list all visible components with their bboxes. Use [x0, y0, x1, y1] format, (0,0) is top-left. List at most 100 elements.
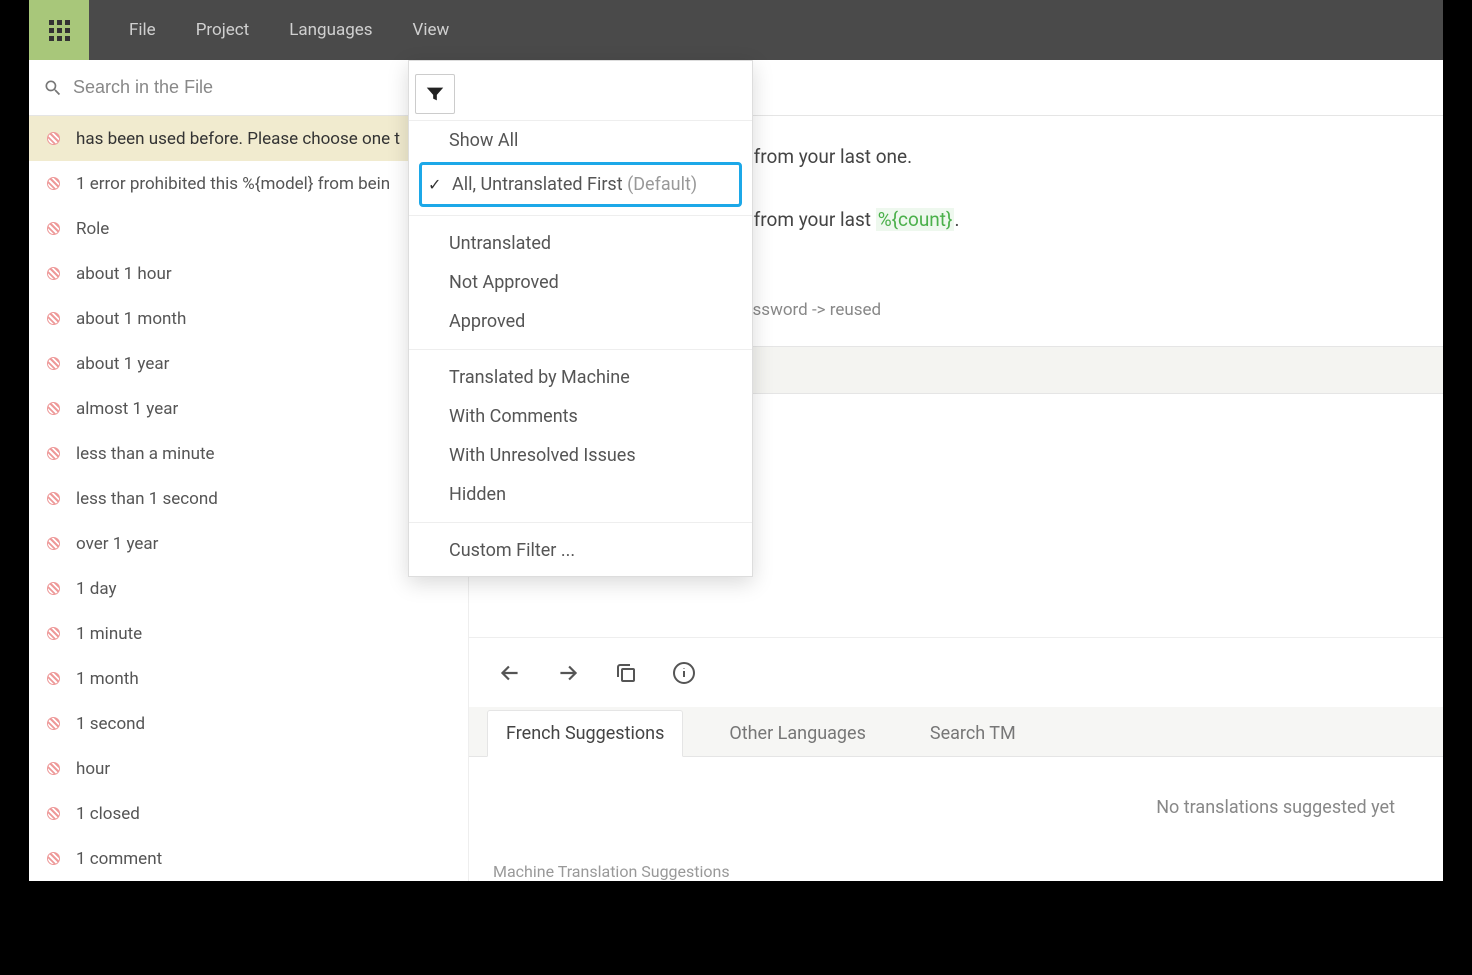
- status-dot-icon: [47, 447, 60, 460]
- status-dot-icon: [47, 177, 60, 190]
- menu-view[interactable]: View: [413, 20, 450, 40]
- status-dot-icon: [47, 852, 60, 865]
- status-dot-icon: [47, 267, 60, 280]
- string-list: has been used before. Please choose one …: [29, 116, 469, 881]
- status-dot-icon: [47, 402, 60, 415]
- string-text: less than 1 second: [76, 489, 218, 509]
- string-text: 1 month: [76, 669, 139, 689]
- status-dot-icon: [47, 717, 60, 730]
- tab-other-languages[interactable]: Other Languages: [711, 711, 884, 756]
- suggestion-tabs: French Suggestions Other Languages Searc…: [469, 707, 1443, 757]
- status-dot-icon: [47, 312, 60, 325]
- search-wrap: [29, 77, 407, 98]
- filter-dropdown: Show All ✓ All, Untranslated First (Defa…: [408, 60, 753, 577]
- copy-icon: [614, 661, 638, 685]
- string-row[interactable]: about 1 year: [29, 341, 468, 386]
- editor-toolbar: [469, 637, 1443, 707]
- string-text: 1 closed: [76, 804, 140, 824]
- filter-translated-by-machine[interactable]: Translated by Machine: [409, 358, 752, 397]
- status-dot-icon: [47, 807, 60, 820]
- string-row[interactable]: less than 1 second: [29, 476, 468, 521]
- string-row[interactable]: less than a minute: [29, 431, 468, 476]
- string-text: 1 error prohibited this %{model} from be…: [76, 174, 390, 194]
- status-dot-icon: [47, 762, 60, 775]
- apps-grid-icon: [49, 20, 70, 41]
- prev-button[interactable]: [497, 660, 523, 686]
- status-dot-icon: [47, 537, 60, 550]
- menu-project[interactable]: Project: [196, 20, 250, 40]
- filter-with-unresolved-issues[interactable]: With Unresolved Issues: [409, 436, 752, 475]
- string-row[interactable]: 1 second: [29, 701, 468, 746]
- status-dot-icon: [47, 627, 60, 640]
- tab-lang-suggestions[interactable]: French Suggestions: [487, 710, 683, 757]
- string-row[interactable]: about 1 hour: [29, 251, 468, 296]
- mt-suggestions-header: Machine Translation Suggestions: [469, 818, 1443, 881]
- string-text: has been used before. Please choose one …: [76, 129, 400, 149]
- string-text: 1 minute: [76, 624, 142, 644]
- string-text: 1 day: [76, 579, 117, 599]
- string-text: almost 1 year: [76, 399, 178, 419]
- string-row[interactable]: almost 1 year: [29, 386, 468, 431]
- apps-button[interactable]: [29, 0, 89, 60]
- search-input[interactable]: [73, 77, 373, 98]
- string-text: about 1 hour: [76, 264, 172, 284]
- string-row[interactable]: 1 closed: [29, 791, 468, 836]
- string-text: 1 comment: [76, 849, 162, 869]
- filter-not-approved[interactable]: Not Approved: [409, 263, 752, 302]
- status-dot-icon: [47, 222, 60, 235]
- check-icon: ✓: [428, 175, 441, 194]
- menu-bar: File Project Languages View: [29, 0, 1443, 60]
- filter-item-label: All, Untranslated First: [452, 174, 623, 195]
- filter-icon: [424, 83, 446, 105]
- string-row[interactable]: hour: [29, 746, 468, 791]
- string-text: 1 second: [76, 714, 145, 734]
- menu-file[interactable]: File: [129, 20, 156, 40]
- info-icon: [672, 661, 696, 685]
- string-row[interactable]: over 1 year: [29, 521, 468, 566]
- next-button[interactable]: [555, 660, 581, 686]
- string-row[interactable]: 1 month: [29, 656, 468, 701]
- filter-trigger-row: [409, 67, 752, 121]
- string-row[interactable]: 1 comment: [29, 836, 468, 881]
- filter-show-all[interactable]: Show All: [409, 121, 752, 160]
- status-dot-icon: [47, 492, 60, 505]
- filter-default-suffix: (Default): [627, 174, 697, 195]
- status-dot-icon: [47, 132, 60, 145]
- arrow-right-icon: [555, 660, 581, 686]
- arrow-left-icon: [497, 660, 523, 686]
- info-button[interactable]: [671, 660, 697, 686]
- filter-custom[interactable]: Custom Filter ...: [409, 531, 752, 570]
- copy-source-button[interactable]: [613, 660, 639, 686]
- status-dot-icon: [47, 672, 60, 685]
- string-text: hour: [76, 759, 110, 779]
- string-row[interactable]: has been used before. Please choose one …: [29, 116, 468, 161]
- string-row[interactable]: 1 minute: [29, 611, 468, 656]
- filter-separator: [409, 349, 752, 350]
- source-line-suffix: .: [954, 208, 959, 231]
- string-row[interactable]: about 1 month: [29, 296, 468, 341]
- string-text: Role: [76, 219, 109, 239]
- string-text: over 1 year: [76, 534, 158, 554]
- filter-separator: [409, 522, 752, 523]
- menu-languages[interactable]: Languages: [289, 20, 372, 40]
- filter-approved[interactable]: Approved: [409, 302, 752, 341]
- search-icon: [43, 78, 63, 98]
- filter-button[interactable]: [415, 74, 455, 114]
- filter-hidden[interactable]: Hidden: [409, 475, 752, 514]
- string-text: about 1 month: [76, 309, 186, 329]
- filter-all-untranslated-first[interactable]: ✓ All, Untranslated First (Default): [419, 162, 742, 207]
- menu-items: File Project Languages View: [89, 0, 449, 60]
- tab-search-tm[interactable]: Search TM: [912, 711, 1034, 756]
- string-row[interactable]: 1 error prohibited this %{model} from be…: [29, 161, 468, 206]
- filter-separator: [409, 215, 752, 216]
- filter-with-comments[interactable]: With Comments: [409, 397, 752, 436]
- status-dot-icon: [47, 357, 60, 370]
- no-suggestions-text: No translations suggested yet: [469, 757, 1443, 818]
- status-dot-icon: [47, 582, 60, 595]
- string-text: less than a minute: [76, 444, 215, 464]
- string-row[interactable]: 1 day: [29, 566, 468, 611]
- source-placeholder: %{count}: [876, 208, 955, 231]
- string-row[interactable]: Role: [29, 206, 468, 251]
- filter-untranslated[interactable]: Untranslated: [409, 224, 752, 263]
- string-text: about 1 year: [76, 354, 169, 374]
